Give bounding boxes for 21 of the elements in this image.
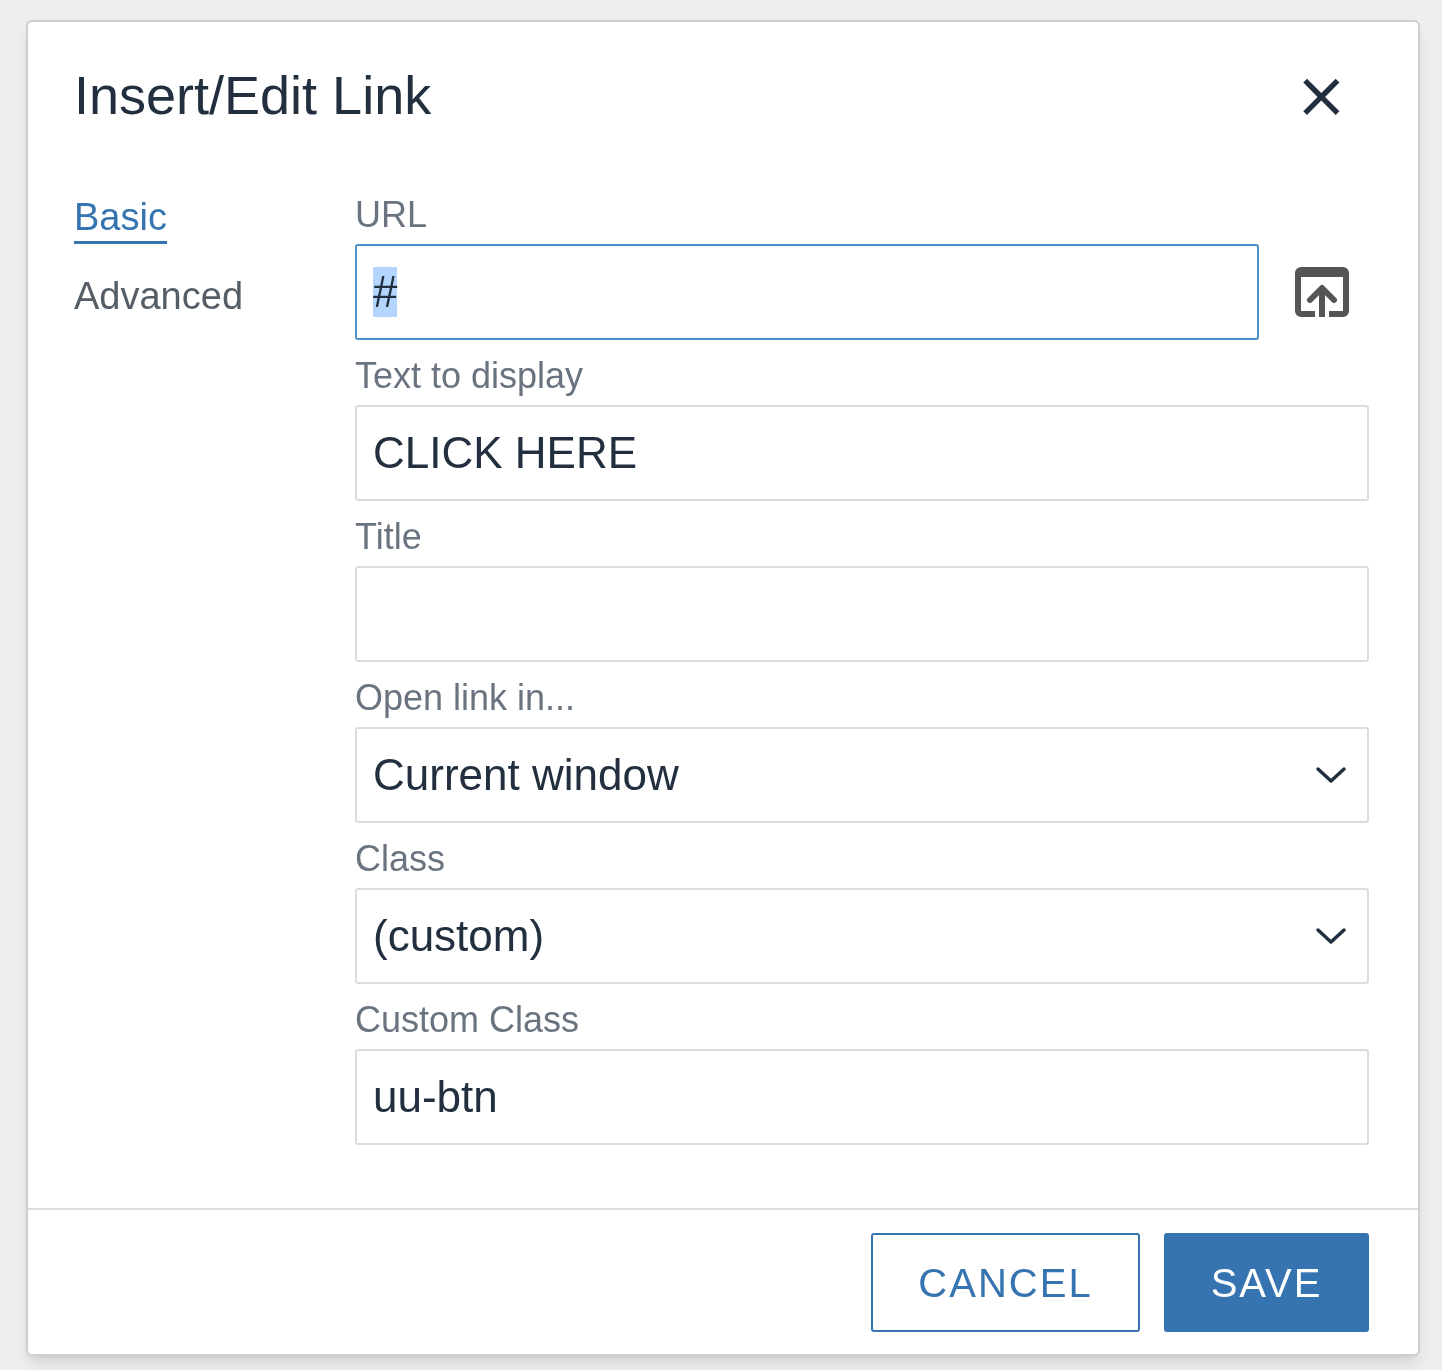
input-field[interactable]: # <box>355 244 1259 340</box>
dropdown[interactable]: Current window <box>355 727 1369 823</box>
field-label: Title <box>355 517 423 557</box>
chevron-down-icon <box>1315 926 1347 946</box>
field-label: Class <box>355 839 447 879</box>
close-button[interactable]: × <box>1294 60 1348 130</box>
upload-icon[interactable] <box>1295 267 1349 317</box>
dialog-title: Insert/Edit Link <box>74 64 432 127</box>
field-label: Text to display <box>355 356 585 396</box>
input-field[interactable] <box>355 566 1369 662</box>
field-label: URL <box>355 195 429 235</box>
tab[interactable]: Basic <box>74 195 167 244</box>
chevron-down-icon <box>1315 765 1347 785</box>
input-field[interactable]: CLICK HERE <box>355 405 1369 501</box>
cancel-button[interactable]: CANCEL <box>871 1233 1140 1332</box>
field-label: Custom Class <box>355 1000 581 1040</box>
dropdown[interactable]: (custom) <box>355 888 1369 984</box>
field-label: Open link in... <box>355 678 577 718</box>
input-field[interactable]: uu-btn <box>355 1049 1369 1145</box>
tab[interactable]: Advanced <box>74 274 243 323</box>
save-button[interactable]: SAVE <box>1164 1233 1369 1332</box>
